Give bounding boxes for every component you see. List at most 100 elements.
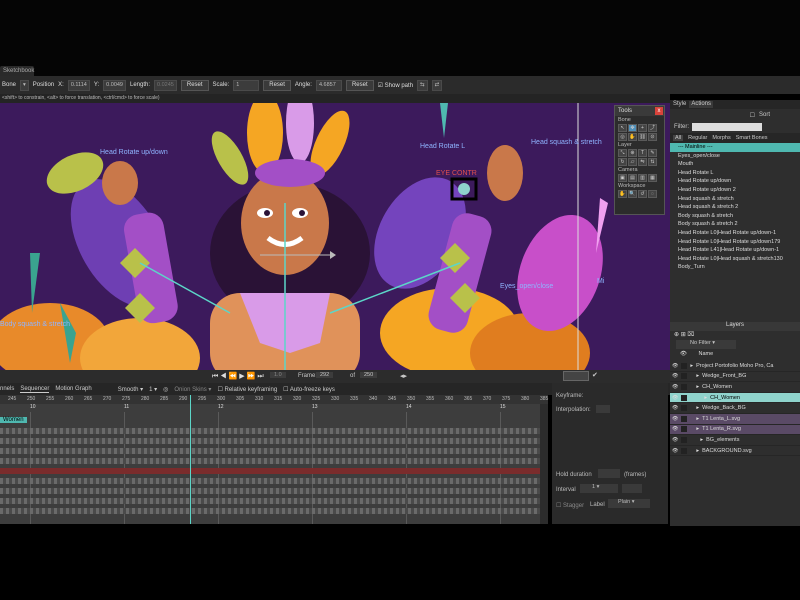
rotate-workspace-icon[interactable]: ↺ <box>638 190 647 198</box>
x-field[interactable]: 0.1114 <box>67 79 90 91</box>
orbit-workspace-icon[interactable]: ◌ <box>648 190 657 198</box>
tab-all[interactable]: All <box>673 135 684 141</box>
select-bone-icon[interactable]: ↖ <box>618 124 627 132</box>
playhead[interactable] <box>190 395 191 524</box>
total-frames-field[interactable]: 250 <box>360 372 378 378</box>
track-row[interactable] <box>0 448 540 454</box>
eyedropper-icon[interactable]: ✎ <box>648 149 657 157</box>
layer-row[interactable]: 👁 ▸ BACKGROUND.svg <box>670 446 800 457</box>
roll-camera-icon[interactable]: ▥ <box>638 174 647 182</box>
reset-angle-button[interactable]: Reset <box>345 79 374 91</box>
channel-label[interactable]: Women <box>0 417 27 423</box>
label-dropdown[interactable]: Plain ▾ <box>608 499 650 508</box>
transform-layer-icon[interactable]: ⤡ <box>618 149 627 157</box>
layer-filter-dropdown[interactable]: No Filter ▾ <box>676 340 736 349</box>
add-bone-icon[interactable]: + <box>638 124 647 132</box>
tab-sequencer[interactable]: Sequencer <box>20 386 50 393</box>
onion-skins-icon[interactable]: ◎ <box>163 386 168 393</box>
visibility-icon[interactable]: 👁 <box>672 437 678 443</box>
layer-type-icon[interactable]: ▸ <box>700 437 703 443</box>
timeline-ruler[interactable]: 245 250 255 260 265 270 275 280 285 290 295 300 305 3… <box>0 395 548 404</box>
tab-motion-graph[interactable]: Motion Graph <box>55 386 91 392</box>
timeline-scrollbar[interactable] <box>540 404 548 524</box>
track-row[interactable] <box>0 468 540 474</box>
zoom-camera-icon[interactable]: ▤ <box>628 174 637 182</box>
transform-bone-icon[interactable]: ✥ <box>628 124 637 132</box>
action-item[interactable]: Head Rotate L0|Head Rotate up/down-1 <box>670 229 800 238</box>
visibility-icon[interactable]: 👁 <box>672 426 678 432</box>
layer-row[interactable]: 👁 ▸ Wedge_Back_BG <box>670 403 800 414</box>
visibility-icon[interactable]: 👁 <box>672 395 678 401</box>
track-row[interactable] <box>0 438 540 444</box>
layer-row[interactable]: 👁 ▸ T1 Lenta_R.svg <box>670 424 800 436</box>
stagger-checkbox[interactable]: ☐ Stagger <box>556 502 584 509</box>
bone-strength-icon[interactable]: ◎ <box>618 133 627 141</box>
timeline-tracks[interactable]: Women 10 11 12 13 14 15 <box>0 404 548 524</box>
layer-type-icon[interactable]: ▸ <box>690 363 693 369</box>
bone-option-icon[interactable]: ⇆ <box>417 79 428 91</box>
hold-duration-field[interactable] <box>598 469 620 478</box>
layer-row[interactable]: 👁 ▸ Project Portofolio Moho Pro, Ca <box>670 361 800 372</box>
name-column-header[interactable]: Name <box>699 351 714 357</box>
show-path-checkbox[interactable]: ☑ Show path <box>378 82 413 89</box>
tab-regular[interactable]: Regular <box>688 135 707 141</box>
layer-tool-icons[interactable]: ⊕ ⊞ ⌧ <box>674 331 694 340</box>
frame-field[interactable]: 292 <box>316 372 334 378</box>
action-item[interactable]: Head Rotate up/down 2 <box>670 186 800 195</box>
action-item[interactable]: Head Rotate up/down <box>670 177 800 186</box>
layer-row[interactable]: 👁 ▸ Wedge_Front_BG <box>670 372 800 383</box>
shear-layer-icon[interactable]: ▱ <box>628 158 637 166</box>
frame-step-field[interactable]: 1.0 <box>270 372 286 378</box>
bind-layer-icon[interactable]: ⛓ <box>638 133 647 141</box>
auto-freeze-checkbox[interactable]: ☐ Auto-freeze keys <box>283 386 335 393</box>
action-item[interactable]: Body_Turn <box>670 263 800 272</box>
action-item[interactable]: Head Rotate L <box>670 169 800 178</box>
layer-type-icon[interactable]: ▸ <box>696 426 699 432</box>
length-field[interactable]: 0.0245 <box>154 79 177 91</box>
visibility-icon[interactable]: 👁 <box>672 416 678 422</box>
action-item[interactable]: Body squash & stretch 2 <box>670 220 800 229</box>
bind-points-icon[interactable]: ⊙ <box>648 133 657 141</box>
close-icon[interactable]: x <box>655 107 663 115</box>
pan-tilt-camera-icon[interactable]: ▦ <box>648 174 657 182</box>
stage-canvas[interactable]: Head Rotate up/down Head Rotate L Head s… <box>0 103 670 370</box>
layer-type-icon[interactable]: ▸ <box>704 395 707 401</box>
interval-offset-field[interactable] <box>622 484 642 493</box>
action-item[interactable]: Mouth <box>670 160 800 169</box>
action-item[interactable]: Head Rotate L0|Head squash & stretch130 <box>670 255 800 264</box>
visibility-icon[interactable]: 👁 <box>672 373 678 379</box>
layer-type-icon[interactable]: ▸ <box>696 373 699 379</box>
angle-field[interactable]: 4.6857 <box>315 79 342 91</box>
track-row[interactable] <box>0 428 540 434</box>
bone-option-icon-2[interactable]: ⇄ <box>431 79 443 91</box>
scale-field[interactable]: 1 <box>233 79 260 91</box>
layer-row[interactable]: 👁 ▸ T1 Lenta_L.svg <box>670 413 800 425</box>
layer-type-icon[interactable]: ▸ <box>696 448 699 454</box>
action-item[interactable]: Head Rotate L0|Head Rotate up/down179 <box>670 238 800 247</box>
visibility-icon[interactable]: 👁 <box>672 384 678 390</box>
tab-morphs[interactable]: Morphs <box>712 135 730 141</box>
view-mode-buttons[interactable] <box>563 371 589 381</box>
reparent-bone-icon[interactable]: ⤴ <box>648 124 657 132</box>
track-row[interactable] <box>0 488 540 494</box>
loop-icon[interactable]: ◂▸ <box>400 372 407 380</box>
playback-controls[interactable]: ⏮◀⏪▶⏩⏭ <box>212 372 266 381</box>
layer-type-icon[interactable]: ▸ <box>696 416 699 422</box>
relative-keyframing-checkbox[interactable]: ☐ Relative keyframing <box>217 386 277 393</box>
rotate-layer-icon[interactable]: ↻ <box>618 158 627 166</box>
action-item[interactable]: Eyes_open/close <box>670 152 800 161</box>
tab-style[interactable]: Style <box>673 101 686 108</box>
interval-dropdown[interactable]: 1 ▾ <box>580 484 618 493</box>
visibility-icon[interactable]: 👁 <box>672 405 678 411</box>
filter-input[interactable] <box>692 123 762 131</box>
onion-skins-dropdown[interactable]: Onion Skins ▾ <box>174 386 211 393</box>
sort-checkbox[interactable]: ☐ <box>750 112 755 119</box>
set-origin-icon[interactable]: ⊕ <box>628 149 637 157</box>
tool-dropdown[interactable]: ▾ <box>20 79 29 91</box>
tab-smart-bones[interactable]: Smart Bones <box>736 135 768 141</box>
layer-type-icon[interactable]: ▸ <box>696 405 699 411</box>
action-item[interactable]: Head Rotate L41|Head Rotate up/down-1 <box>670 246 800 255</box>
interpolation-field[interactable] <box>596 405 610 413</box>
action-item[interactable]: --- Mainline --- <box>670 143 800 152</box>
one-dropdown[interactable]: 1 ▾ <box>149 386 157 393</box>
